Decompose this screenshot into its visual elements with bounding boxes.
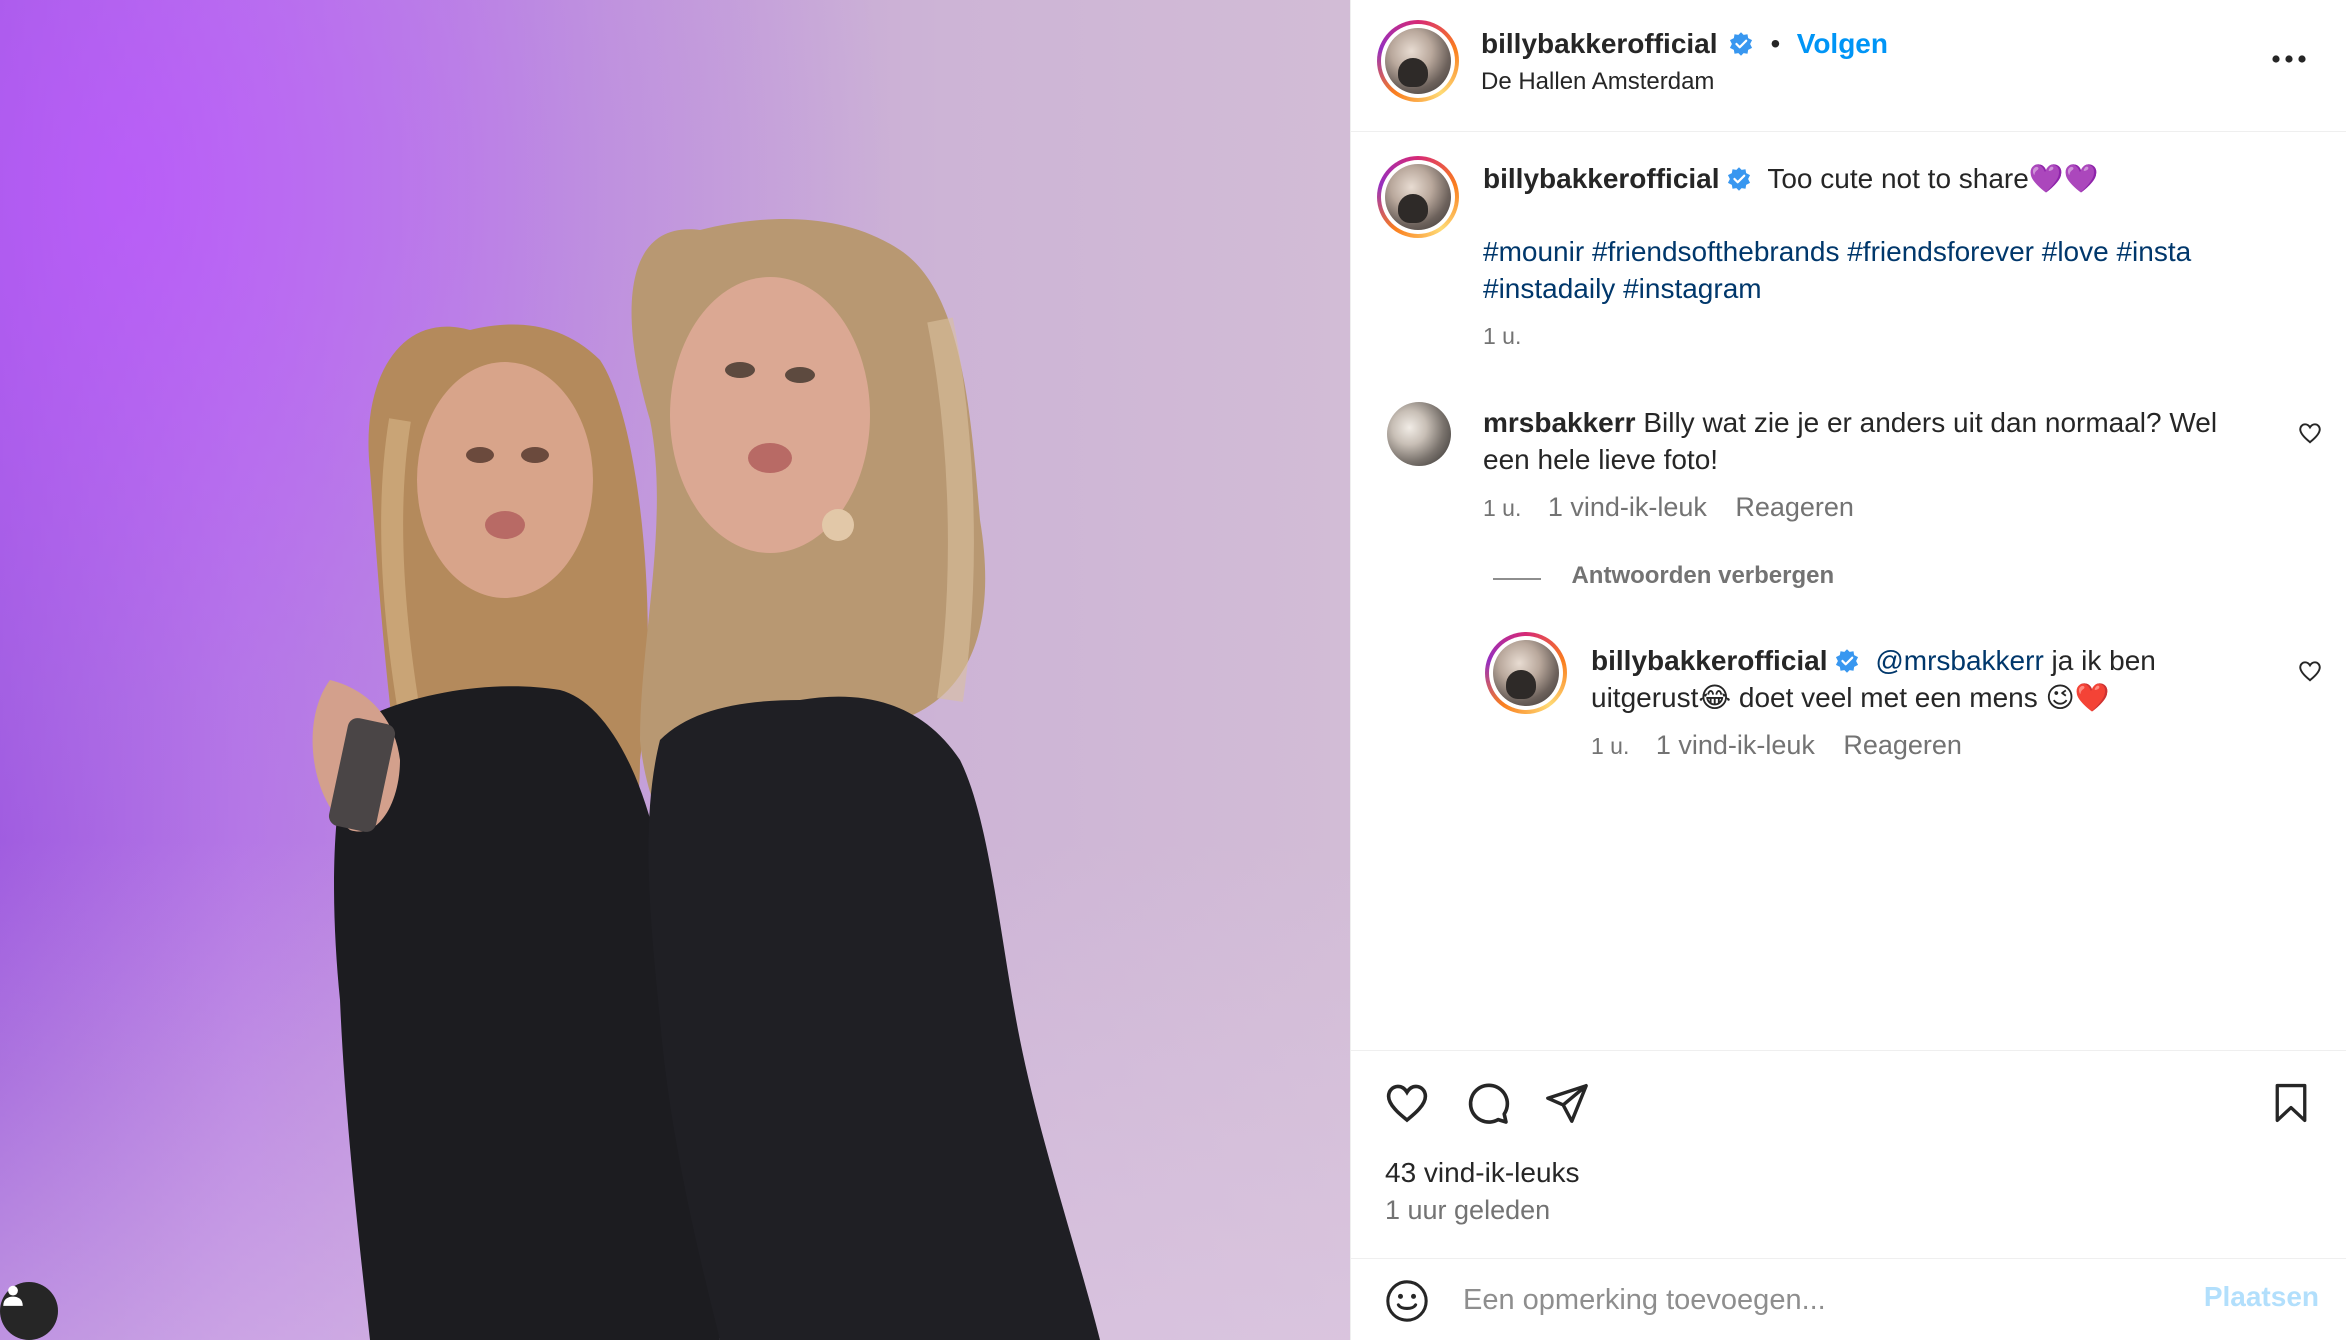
comment-composer: Plaatsen xyxy=(1351,1258,2346,1340)
post-actions-bar: 43 vind-ik-leuks 1 uur geleden xyxy=(1351,1050,2346,1258)
comment-likes-count[interactable]: 1 vind-ik-leuk xyxy=(1548,492,1707,522)
more-options-button[interactable] xyxy=(2267,44,2311,74)
reply-username[interactable]: billybakkerofficial xyxy=(1591,645,1828,676)
header-title-row: billybakkerofficial • Volgen xyxy=(1481,28,1888,60)
comment-text: Billy wat zie je er anders uit dan norma… xyxy=(1643,407,2218,438)
comment-text-line2: een hele lieve foto! xyxy=(1483,444,1719,475)
share-button[interactable] xyxy=(1541,1077,1593,1129)
caption-username[interactable]: billybakkerofficial xyxy=(1483,163,1720,194)
user-icon xyxy=(3,1285,23,1306)
comment-like-heart-icon[interactable] xyxy=(2297,420,2323,446)
comment-meta-row: 1 u. 1 vind-ik-leuk Reageren xyxy=(1483,492,2263,523)
comment-button[interactable] xyxy=(1461,1077,1513,1129)
emoji-button[interactable] xyxy=(1381,1275,1433,1327)
instagram-post-modal: billybakkerofficial • Volgen De Hallen A… xyxy=(0,0,2346,1340)
caption-hashtags-line1[interactable]: #mounir #friendsofthebrands #friendsfore… xyxy=(1483,233,2283,270)
tagged-users-button[interactable] xyxy=(0,1282,58,1340)
separator-dot: • xyxy=(1770,28,1781,59)
caption-text: Too cute not to share💜💜 xyxy=(1767,163,2099,194)
post-timestamp[interactable]: 1 uur geleden xyxy=(1385,1195,1550,1226)
comment-icon xyxy=(1468,1083,1510,1124)
caption-author-avatar[interactable] xyxy=(1377,156,1459,238)
replies-divider-line xyxy=(1493,577,1541,580)
verified-icon xyxy=(1727,167,1750,191)
comment-username[interactable]: mrsbakkerr xyxy=(1483,407,1636,438)
verified-icon xyxy=(1729,32,1753,56)
post-comment-button[interactable]: Plaatsen xyxy=(2204,1281,2319,1313)
reply-reply-button[interactable]: Reageren xyxy=(1843,730,1962,760)
post-location[interactable]: De Hallen Amsterdam xyxy=(1481,68,1714,96)
author-username[interactable]: billybakkerofficial xyxy=(1481,28,1718,59)
reply-text-line1: billybakkerofficial @mrsbakkerr ja ik be… xyxy=(1591,642,2271,679)
hide-replies-toggle[interactable]: Antwoorden verbergen xyxy=(1493,562,1834,590)
comment-reply-button[interactable]: Reageren xyxy=(1735,492,1854,522)
reply-text-line2: uitgerust😂 doet veel met een mens 😉❤️ xyxy=(1591,682,2110,713)
caption-timestamp[interactable]: 1 u. xyxy=(1483,323,2283,350)
follow-button[interactable]: Volgen xyxy=(1797,28,1888,59)
reply-likes-count[interactable]: 1 vind-ik-leuk xyxy=(1656,730,1815,760)
comment-input[interactable] xyxy=(1463,1277,2163,1323)
share-icon xyxy=(1546,1084,1588,1123)
post-likes-count[interactable]: 43 vind-ik-leuks xyxy=(1385,1157,1580,1189)
more-icon xyxy=(2272,55,2306,63)
reply-meta-row: 1 u. 1 vind-ik-leuk Reageren xyxy=(1591,730,2271,761)
comment-timestamp[interactable]: 1 u. xyxy=(1483,495,1521,521)
post-photo[interactable] xyxy=(0,0,1350,1340)
heart-icon xyxy=(1386,1084,1428,1123)
like-button[interactable] xyxy=(1381,1077,1433,1129)
reply-like-heart-icon[interactable] xyxy=(2297,658,2323,684)
post-caption: billybakkerofficial Too cute not to shar… xyxy=(1483,160,2283,350)
reply-author-avatar[interactable] xyxy=(1485,632,1567,714)
reply-text: ja ik ben xyxy=(2043,645,2156,676)
author-avatar[interactable] xyxy=(1377,20,1459,102)
emoji-icon xyxy=(1386,1280,1428,1322)
caption-text-row: billybakkerofficial Too cute not to shar… xyxy=(1483,160,2283,197)
reply-mention-link[interactable]: @mrsbakkerr xyxy=(1875,645,2043,676)
reply-item: billybakkerofficial @mrsbakkerr ja ik be… xyxy=(1591,642,2271,761)
reply-timestamp[interactable]: 1 u. xyxy=(1591,733,1629,759)
caption-hashtags-line2[interactable]: #instadaily #instagram xyxy=(1483,270,2283,307)
post-header: billybakkerofficial • Volgen De Hallen A… xyxy=(1351,0,2346,132)
commenter-avatar[interactable] xyxy=(1387,402,1451,466)
post-side-panel: billybakkerofficial • Volgen De Hallen A… xyxy=(1350,0,2346,1340)
bookmark-icon xyxy=(2275,1083,2307,1123)
hide-replies-label[interactable]: Antwoorden verbergen xyxy=(1571,562,1834,589)
photo-people-illustration xyxy=(312,218,1100,1340)
verified-icon xyxy=(1835,649,1858,673)
comment-item: mrsbakkerr Billy wat zie je er anders ui… xyxy=(1483,404,2263,523)
save-button[interactable] xyxy=(2265,1077,2317,1129)
comment-text-line1: mrsbakkerr Billy wat zie je er anders ui… xyxy=(1483,404,2263,441)
